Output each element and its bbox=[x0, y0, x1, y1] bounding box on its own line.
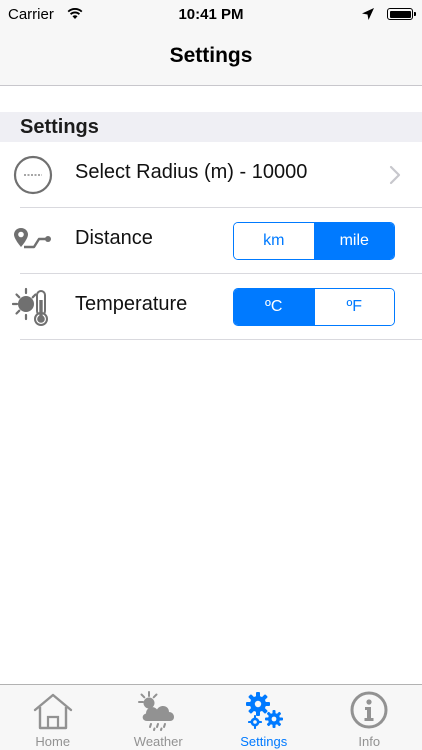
weather-icon bbox=[138, 691, 175, 731]
tab-settings[interactable]: Settings bbox=[211, 685, 317, 750]
tab-info-label: Info bbox=[358, 734, 381, 749]
distance-unit-control[interactable]: km mile bbox=[233, 222, 395, 260]
location-arrow-icon bbox=[362, 8, 374, 20]
tab-weather-label: Weather bbox=[133, 734, 183, 749]
temperature-option-celsius[interactable]: ºC bbox=[234, 289, 314, 325]
section-header: Settings bbox=[0, 112, 422, 142]
tab-home[interactable]: Home bbox=[0, 685, 106, 750]
tab-bar: Home Weather Settings Info bbox=[0, 684, 422, 750]
temperature-row: Temperature ºC ºF bbox=[0, 274, 422, 340]
temperature-option-fahrenheit[interactable]: ºF bbox=[313, 289, 394, 325]
status-bar: Carrier 10:41 PM bbox=[0, 0, 422, 30]
thermometer-sun-icon bbox=[12, 287, 48, 326]
distance-option-km[interactable]: km bbox=[234, 223, 314, 259]
route-icon bbox=[14, 228, 51, 249]
radius-row[interactable]: Select Radius (m) - 10000 bbox=[0, 142, 422, 208]
top-bar: Carrier 10:41 PM Settings bbox=[0, 0, 422, 86]
gears-icon bbox=[245, 692, 283, 729]
temperature-unit-control[interactable]: ºC ºF bbox=[233, 288, 395, 326]
page-title: Settings bbox=[169, 44, 253, 67]
row-separator bbox=[20, 339, 422, 340]
distance-label: Distance bbox=[75, 227, 153, 249]
distance-option-mile[interactable]: mile bbox=[313, 223, 394, 259]
tab-settings-label: Settings bbox=[240, 734, 288, 749]
tab-info[interactable]: Info bbox=[317, 685, 422, 750]
radius-icon bbox=[13, 155, 53, 195]
status-time: 10:41 PM bbox=[178, 6, 244, 23]
battery-icon bbox=[387, 8, 416, 20]
home-icon bbox=[33, 693, 72, 730]
tab-weather[interactable]: Weather bbox=[106, 685, 212, 750]
chevron-right-icon bbox=[389, 165, 401, 185]
tab-home-label: Home bbox=[35, 734, 71, 749]
temperature-label: Temperature bbox=[75, 293, 188, 315]
distance-row: Distance km mile bbox=[0, 208, 422, 274]
section-header-label: Settings bbox=[20, 116, 99, 138]
radius-label: Select Radius (m) - 10000 bbox=[75, 161, 308, 183]
info-icon bbox=[350, 691, 388, 729]
